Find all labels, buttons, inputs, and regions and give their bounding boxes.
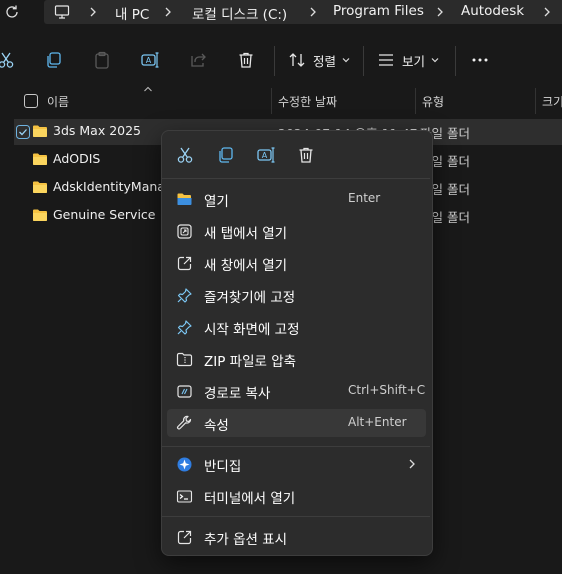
share-icon[interactable]	[188, 50, 208, 70]
cut-icon[interactable]	[0, 50, 16, 70]
column-divider[interactable]	[271, 88, 272, 114]
new-tab-icon	[177, 224, 192, 239]
menu-item-label: 열기	[204, 194, 229, 210]
menu-item-label: ZIP 파일로 압축	[204, 354, 297, 370]
copy-icon[interactable]	[44, 50, 64, 70]
chevron-down-icon[interactable]	[341, 55, 351, 65]
column-date[interactable]: 수정한 날짜	[278, 93, 337, 110]
more-options-icon	[177, 530, 192, 545]
terminal-icon	[176, 490, 193, 503]
column-divider[interactable]	[535, 88, 536, 114]
menu-item-show-more-options[interactable]: 추가 옵션 표시	[167, 523, 426, 551]
address-bar-area: 내 PC 로컬 디스크 (C:) Program Files Autodesk	[0, 0, 562, 28]
menu-item-pin-start[interactable]: 시작 화면에 고정	[167, 313, 426, 341]
address-bar[interactable]: 내 PC 로컬 디스크 (C:) Program Files Autodesk	[44, 0, 562, 24]
view-icon[interactable]	[376, 50, 396, 70]
menu-separator	[162, 516, 430, 517]
rename-icon[interactable]: A	[140, 50, 160, 70]
menu-item-label: 새 탭에서 열기	[204, 226, 288, 242]
chevron-right-icon	[409, 459, 415, 469]
chevron-right-icon[interactable]	[306, 3, 320, 21]
cut-icon[interactable]	[175, 145, 195, 165]
svg-text:A: A	[146, 56, 152, 65]
menu-item-label: 새 창에서 열기	[204, 258, 288, 274]
sort-label[interactable]: 정렬	[313, 51, 336, 70]
chevron-right-icon[interactable]	[86, 3, 100, 21]
view-label[interactable]: 보기	[402, 51, 425, 70]
menu-item-shortcut: Ctrl+Shift+C	[348, 383, 426, 397]
folder-icon	[33, 181, 47, 193]
select-all-checkbox[interactable]	[24, 94, 38, 108]
new-window-icon	[177, 256, 192, 271]
command-bar: A 정렬 보기	[0, 40, 562, 80]
file-name: 3ds Max 2025	[53, 123, 142, 138]
zip-icon	[176, 352, 193, 367]
breadcrumb-autodesk[interactable]: Autodesk	[461, 3, 524, 19]
more-options-icon[interactable]	[470, 50, 490, 70]
breadcrumb-local-disk[interactable]: 로컬 디스크 (C:)	[192, 3, 287, 23]
menu-item-open[interactable]: 열기 Enter	[167, 185, 426, 213]
menu-item-open-new-tab[interactable]: 새 탭에서 열기	[167, 217, 426, 245]
checkbox-checked-icon[interactable]	[16, 125, 30, 139]
menu-item-label: 속성	[204, 418, 229, 434]
menu-item-label: 즐겨찾기에 고정	[204, 290, 296, 306]
sort-up-icon	[144, 86, 152, 92]
column-header: 이름 수정한 날짜 유형 크기	[0, 86, 562, 114]
context-menu: A 열기 Enter 새 탭에서 열기 새 창에서 열기 즐겨찾기에 고정 시작…	[161, 130, 433, 556]
pin-icon	[177, 288, 192, 303]
chevron-down-icon[interactable]	[430, 55, 440, 65]
menu-separator	[162, 178, 430, 179]
folder-open-icon	[177, 193, 192, 205]
menu-item-bandizip[interactable]: 반디집	[167, 450, 426, 478]
menu-item-label: 터미널에서 열기	[204, 491, 296, 507]
folder-icon	[33, 153, 47, 165]
file-name: AdODIS	[53, 151, 101, 166]
breadcrumb-this-pc[interactable]: 내 PC	[115, 3, 149, 23]
column-type[interactable]: 유형	[422, 93, 444, 110]
breadcrumb-program-files[interactable]: Program Files	[333, 3, 424, 19]
menu-item-label: 반디집	[204, 459, 242, 475]
menu-item-copy-path[interactable]: 경로로 복사 Ctrl+Shift+C	[167, 377, 426, 405]
menu-item-label: 시작 화면에 고정	[204, 322, 300, 338]
menu-item-label: 추가 옵션 표시	[204, 532, 288, 548]
wrench-icon	[177, 415, 192, 430]
chevron-right-icon[interactable]	[161, 3, 175, 21]
sort-icon[interactable]	[287, 50, 307, 70]
menu-item-open-terminal[interactable]: 터미널에서 열기	[167, 482, 426, 510]
menu-item-pin-quick-access[interactable]: 즐겨찾기에 고정	[167, 281, 426, 309]
delete-icon[interactable]	[236, 50, 256, 70]
bandizip-icon	[177, 457, 192, 472]
pin-start-icon	[177, 320, 192, 335]
copy-path-icon	[177, 385, 192, 398]
paste-icon[interactable]	[92, 50, 112, 70]
folder-icon	[33, 209, 47, 221]
computer-icon	[54, 5, 70, 19]
chevron-right-icon[interactable]	[540, 3, 554, 21]
divider	[274, 46, 275, 76]
divider	[455, 46, 456, 76]
chevron-right-icon[interactable]	[433, 3, 447, 21]
folder-icon	[33, 125, 47, 137]
file-name: Genuine Service	[53, 207, 156, 222]
menu-separator	[162, 446, 430, 447]
menu-item-shortcut: Alt+Enter	[348, 415, 407, 429]
rename-icon[interactable]: A	[256, 145, 276, 165]
column-name[interactable]: 이름	[47, 93, 69, 110]
column-divider[interactable]	[415, 88, 416, 114]
divider	[363, 46, 364, 76]
menu-item-shortcut: Enter	[348, 191, 381, 205]
menu-item-compress-zip[interactable]: ZIP 파일로 압축	[167, 345, 426, 373]
menu-item-label: 경로로 복사	[204, 386, 271, 402]
refresh-icon[interactable]	[4, 4, 20, 20]
column-size[interactable]: 크기	[542, 93, 562, 110]
menu-item-open-new-window[interactable]: 새 창에서 열기	[167, 249, 426, 277]
delete-icon[interactable]	[296, 145, 316, 165]
menu-item-properties[interactable]: 속성 Alt+Enter	[167, 409, 426, 437]
copy-icon[interactable]	[216, 145, 236, 165]
svg-text:A: A	[262, 151, 268, 160]
